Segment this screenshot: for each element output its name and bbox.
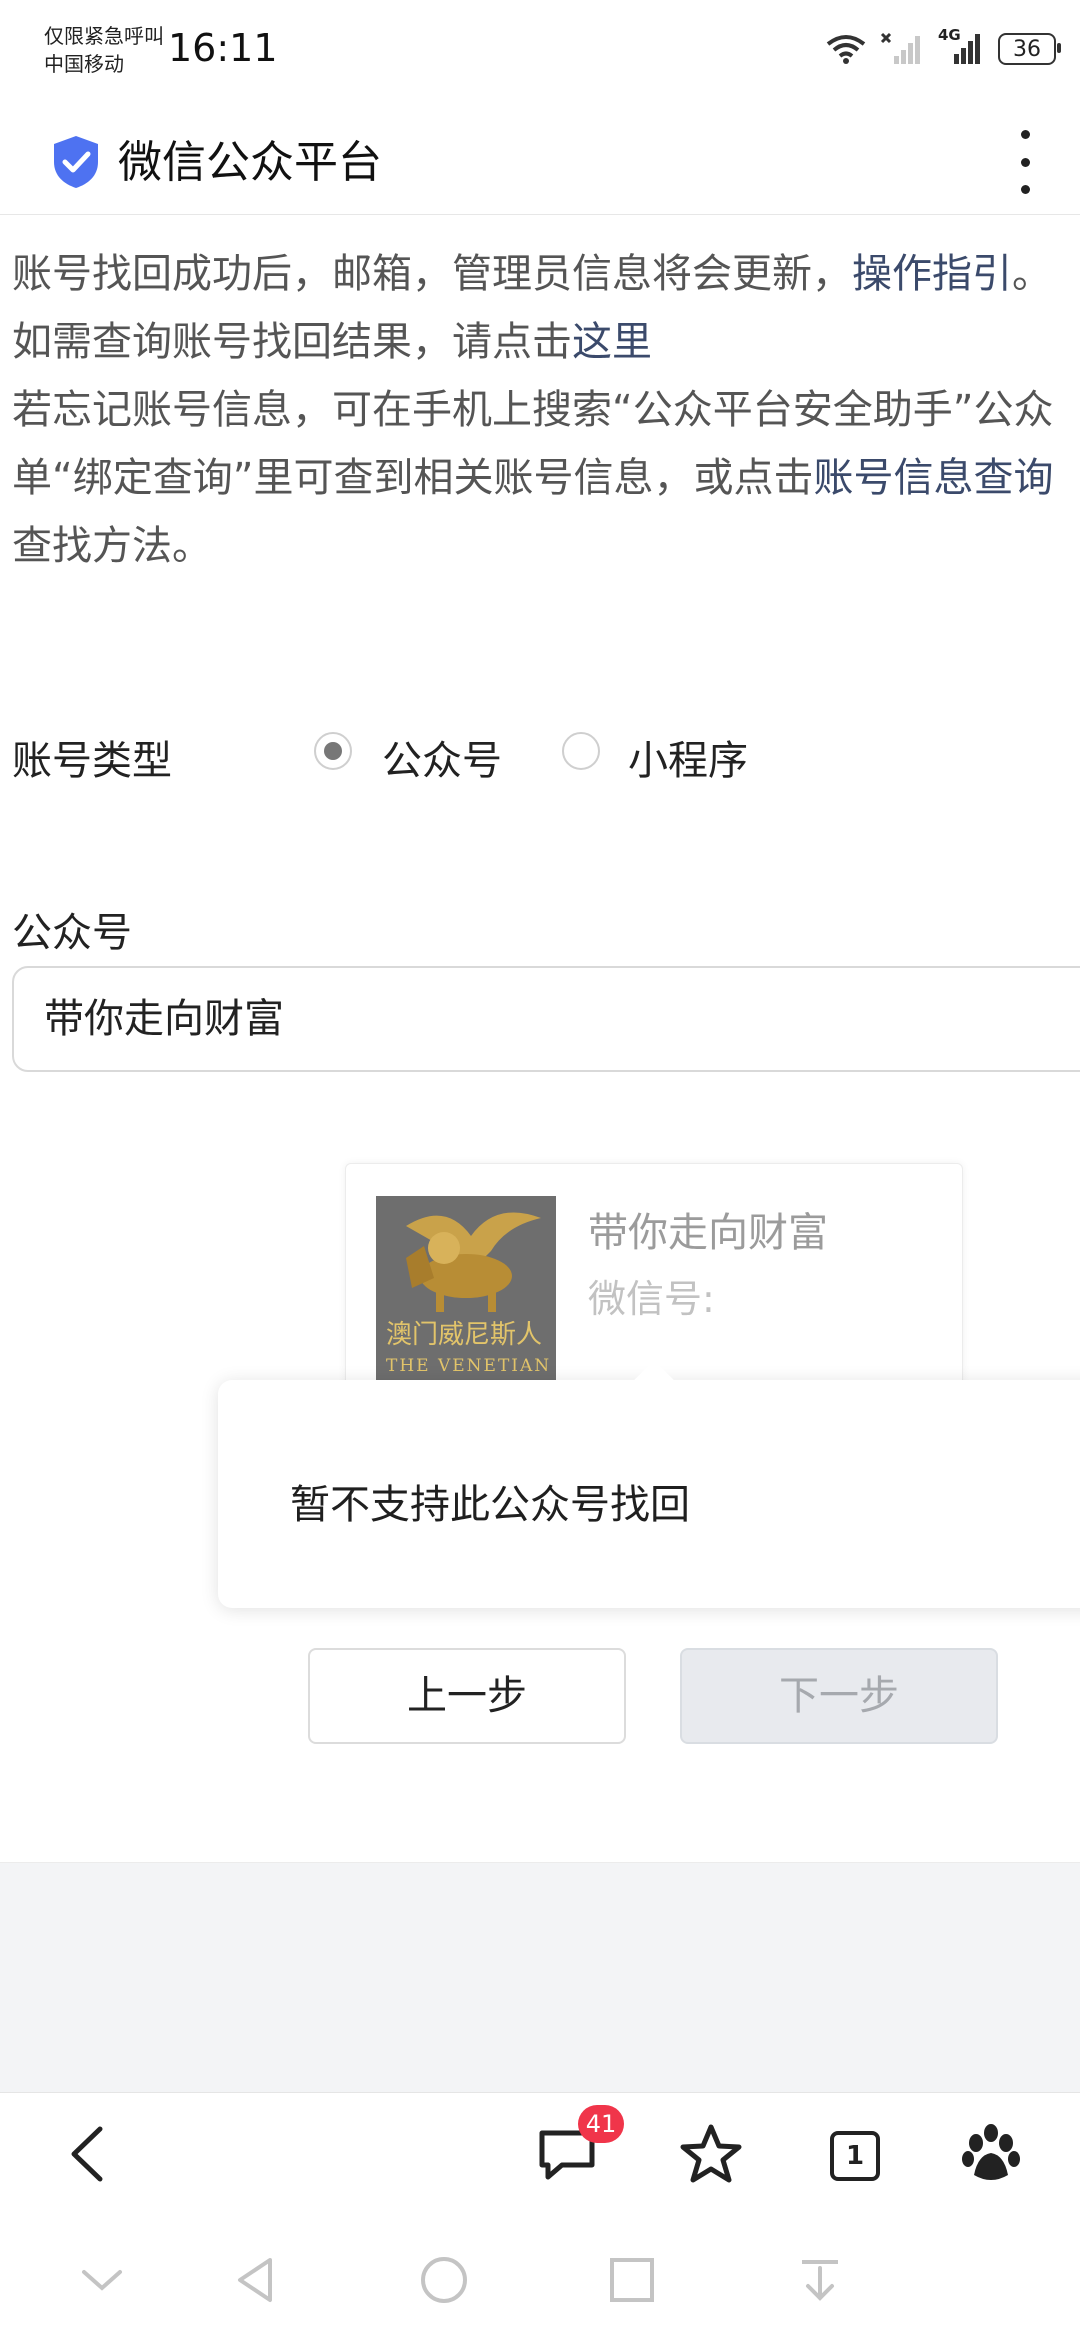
result-link[interactable]: 这里 bbox=[572, 319, 652, 365]
official-account-label: 公众号 bbox=[12, 910, 132, 956]
back-icon[interactable] bbox=[56, 2119, 126, 2189]
intro-text: 账号找回成功后，邮箱，管理员信息将会更新，操作指引。 如需查询账号找回结果，请点… bbox=[12, 240, 1080, 580]
intro-line-2: 如需查询账号找回结果，请点击这里 bbox=[12, 308, 1080, 376]
nav-home-icon[interactable] bbox=[414, 2250, 474, 2310]
intro-line-1: 账号找回成功后，邮箱，管理员信息将会更新，操作指引。 bbox=[12, 240, 1080, 308]
status-time: 16:11 bbox=[168, 26, 278, 70]
intro-line-2-text: 如需查询账号找回结果，请点击 bbox=[12, 319, 572, 365]
previous-step-button[interactable]: 上一步 bbox=[308, 1648, 626, 1744]
status-bar: 仅限紧急呼叫 中国移动 16:11 4G 36 bbox=[0, 0, 1080, 110]
intro-line-1-text: 账号找回成功后，邮箱，管理员信息将会更新， bbox=[12, 251, 852, 297]
account-wechat-id: 微信号: bbox=[588, 1277, 715, 1321]
page: 仅限紧急呼叫 中国移动 16:11 4G 36 微信公众平台 账号找回成功后，邮… bbox=[0, 0, 1080, 2340]
browser-toolbar: 41 1 bbox=[0, 2092, 1080, 2221]
status-icons: 4G 36 bbox=[826, 26, 1061, 66]
intro-line-1-end: 。 bbox=[1012, 251, 1052, 297]
account-name: 带你走向财富 bbox=[588, 1210, 828, 1256]
tabs-icon[interactable]: 1 bbox=[830, 2131, 880, 2181]
intro-line-4: 单“绑定查询”里可查到相关账号信息，或点击账号信息查询 bbox=[12, 444, 1080, 512]
message-count-badge: 41 bbox=[578, 2105, 624, 2143]
star-icon[interactable] bbox=[676, 2119, 746, 2189]
page-title: 微信公众平台 bbox=[118, 137, 382, 188]
intro-line-3: 若忘记账号信息，可在手机上搜索“公众平台安全助手”公众 bbox=[12, 387, 1054, 433]
intro-line-4-text: 单“绑定查询”里可查到相关账号信息，或点击 bbox=[12, 455, 814, 501]
avatar-caption: 澳门威尼斯人 bbox=[386, 1320, 543, 1350]
account-type-label: 账号类型 bbox=[12, 738, 172, 784]
carrier-info: 仅限紧急呼叫 中国移动 bbox=[44, 22, 164, 78]
error-toast: 暂不支持此公众号找回 bbox=[218, 1380, 1080, 1608]
radio-miniprogram-label[interactable]: 小程序 bbox=[628, 728, 748, 786]
no-sim-signal-icon bbox=[880, 32, 920, 64]
winged-lion-icon bbox=[406, 1212, 541, 1312]
nav-back-icon[interactable] bbox=[226, 2250, 286, 2310]
next-step-button[interactable]: 下一步 bbox=[680, 1648, 998, 1744]
intro-line-5: 查找方法。 bbox=[12, 523, 212, 569]
radio-official-account-label[interactable]: 公众号 bbox=[382, 728, 502, 786]
official-account-input[interactable]: 带你走向财富 bbox=[12, 966, 1080, 1072]
account-type-row: 账号类型 公众号 小程序 bbox=[12, 720, 1072, 790]
battery-icon: 36 bbox=[998, 33, 1061, 65]
account-query-link[interactable]: 账号信息查询 bbox=[813, 455, 1053, 501]
radio-miniprogram[interactable] bbox=[562, 732, 600, 770]
page-footer-area bbox=[0, 1862, 1080, 2093]
baidu-paw-icon[interactable] bbox=[956, 2119, 1026, 2189]
shield-check-icon bbox=[54, 136, 98, 188]
wifi-icon bbox=[826, 35, 866, 64]
more-vertical-icon[interactable] bbox=[1010, 130, 1040, 194]
toast-message: 暂不支持此公众号找回 bbox=[290, 1482, 690, 1528]
account-avatar: 澳门威尼斯人 THE VENETIAN bbox=[376, 1196, 556, 1394]
avatar-caption-en: THE VENETIAN bbox=[386, 1356, 552, 1376]
radio-official-account[interactable] bbox=[314, 732, 352, 770]
network-type: 4G bbox=[938, 26, 961, 44]
carrier-name: 中国移动 bbox=[44, 52, 124, 76]
guide-link[interactable]: 操作指引 bbox=[852, 251, 1012, 297]
nav-recents-icon[interactable] bbox=[602, 2250, 662, 2310]
nav-download-icon[interactable] bbox=[790, 2250, 850, 2310]
cell-signal-icon: 4G bbox=[938, 26, 984, 66]
carrier-emergency-text: 仅限紧急呼叫 bbox=[44, 24, 164, 48]
collapse-down-icon[interactable] bbox=[72, 2250, 132, 2310]
title-bar: 微信公众平台 bbox=[0, 110, 1080, 215]
system-nav-bar bbox=[0, 2220, 1080, 2340]
